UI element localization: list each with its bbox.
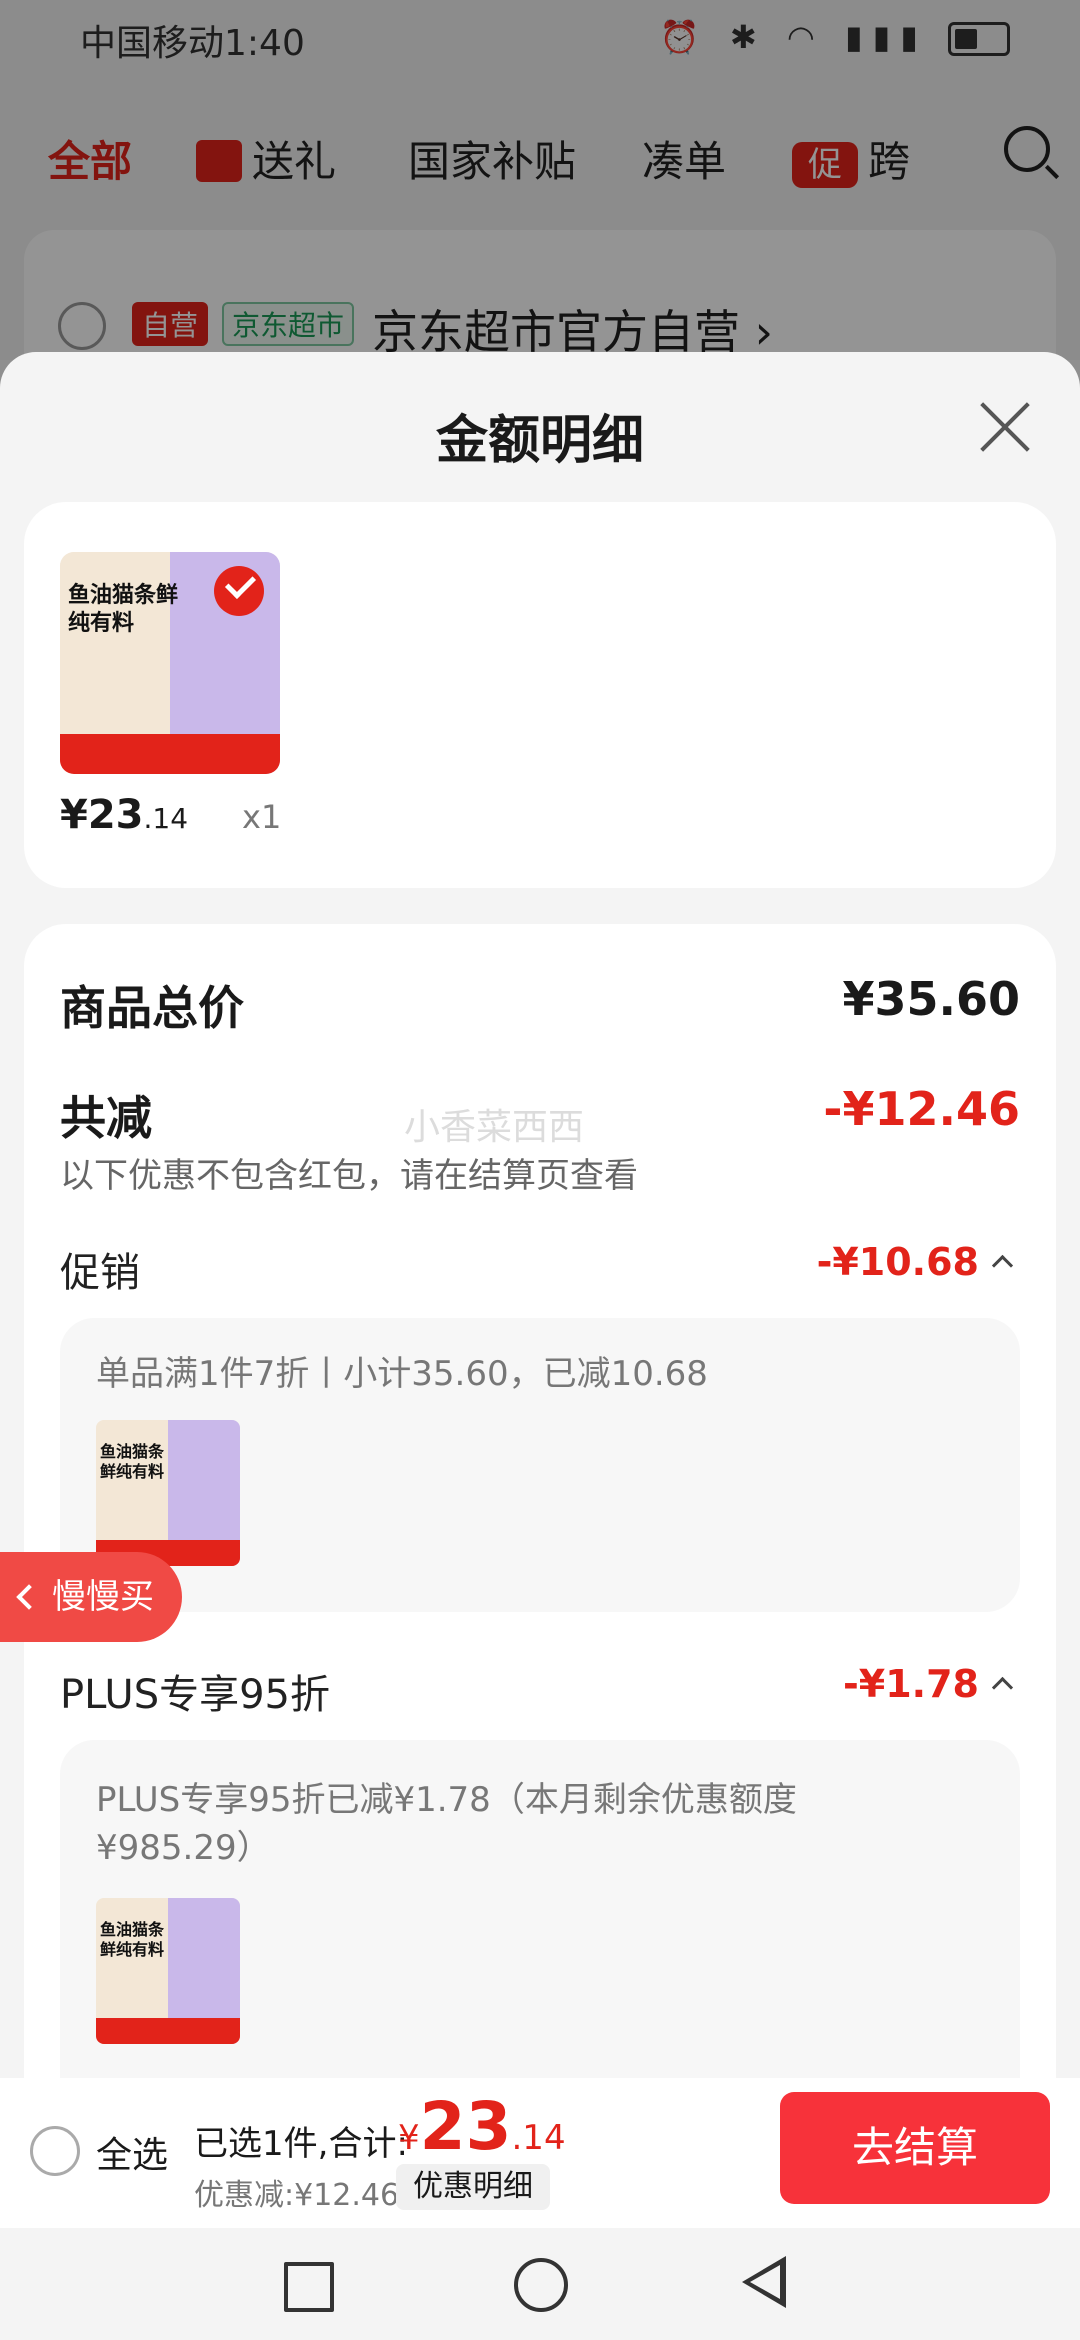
total-price-label: 商品总价 xyxy=(60,981,244,1035)
discount-summary: 优惠减:¥12.46 xyxy=(194,2178,400,2213)
promotion-product-thumb: 鱼油猫条鲜纯有料 xyxy=(96,1420,240,1566)
home-icon[interactable] xyxy=(514,2258,568,2312)
total-currency: ¥ xyxy=(398,2118,420,2158)
total-reduce-value: -¥12.46 xyxy=(823,1082,1020,1136)
slow-buy-button[interactable]: 慢慢买 xyxy=(0,1552,182,1642)
product-price-dec: .14 xyxy=(143,802,189,835)
slow-buy-label: 慢慢买 xyxy=(52,1577,154,1617)
plus-discount-toggle[interactable]: -¥1.78 xyxy=(843,1662,1014,1706)
plus-thumb-text: 鱼油猫条鲜纯有料 xyxy=(100,1920,165,1959)
checkmark-icon xyxy=(214,566,264,616)
discount-detail-button[interactable]: 优惠明细 xyxy=(396,2164,550,2210)
plus-discount-label: PLUS专享95折 xyxy=(60,1672,330,1718)
plus-detail-line2: ¥985.29） xyxy=(96,1828,271,1868)
watermark: 小香菜西西 xyxy=(404,1107,585,1148)
promotion-label: 促销 xyxy=(60,1250,140,1296)
promotion-detail-text: 单品满1件7折丨小计35.60，已减10.68 xyxy=(96,1354,708,1394)
promotion-toggle[interactable]: -¥10.68 xyxy=(816,1240,1014,1284)
plus-detail-text: PLUS专享95折已减¥1.78（本月剩余优惠额度 ¥985.29） xyxy=(96,1776,797,1872)
checkout-button[interactable]: 去结算 xyxy=(780,2092,1050,2204)
product-price-int: ¥23 xyxy=(60,792,144,838)
discount-note: 以下优惠不包含红包，请在结算页查看 xyxy=(60,1156,638,1196)
plus-product-thumb: 鱼油猫条鲜纯有料 xyxy=(96,1898,240,2044)
modal-overlay[interactable] xyxy=(0,0,1080,360)
total-dec: .14 xyxy=(511,2118,566,2158)
product-image-text: 鱼油猫条鲜纯有料 xyxy=(68,583,179,636)
chevron-left-icon xyxy=(16,1584,42,1610)
total-int: 23 xyxy=(419,2088,512,2165)
checkout-total: ¥23.14 xyxy=(398,2088,566,2165)
plus-detail-line1: PLUS专享95折已减¥1.78（本月剩余优惠额度 xyxy=(96,1780,797,1820)
sheet-title: 金额明细 xyxy=(435,411,644,471)
plus-discount-value: -¥1.78 xyxy=(843,1662,979,1706)
select-all-label[interactable]: 全选 xyxy=(96,2126,168,2178)
chevron-up-icon xyxy=(991,1254,1014,1277)
selected-count-text: 已选1件,合计: xyxy=(194,2124,408,2164)
total-reduce-label: 共减 xyxy=(60,1091,152,1145)
product-price: ¥23.14 xyxy=(60,792,188,838)
product-quantity: x1 xyxy=(242,798,282,836)
total-price-value: ¥35.60 xyxy=(842,972,1020,1026)
recent-apps-icon[interactable] xyxy=(284,2262,334,2312)
select-all-radio[interactable] xyxy=(30,2126,80,2176)
back-icon[interactable] xyxy=(742,2256,786,2308)
promotion-value: -¥10.68 xyxy=(816,1240,979,1284)
promotion-thumb-text: 鱼油猫条鲜纯有料 xyxy=(100,1442,165,1481)
chevron-up-icon xyxy=(991,1676,1014,1699)
close-icon[interactable] xyxy=(978,400,1032,454)
